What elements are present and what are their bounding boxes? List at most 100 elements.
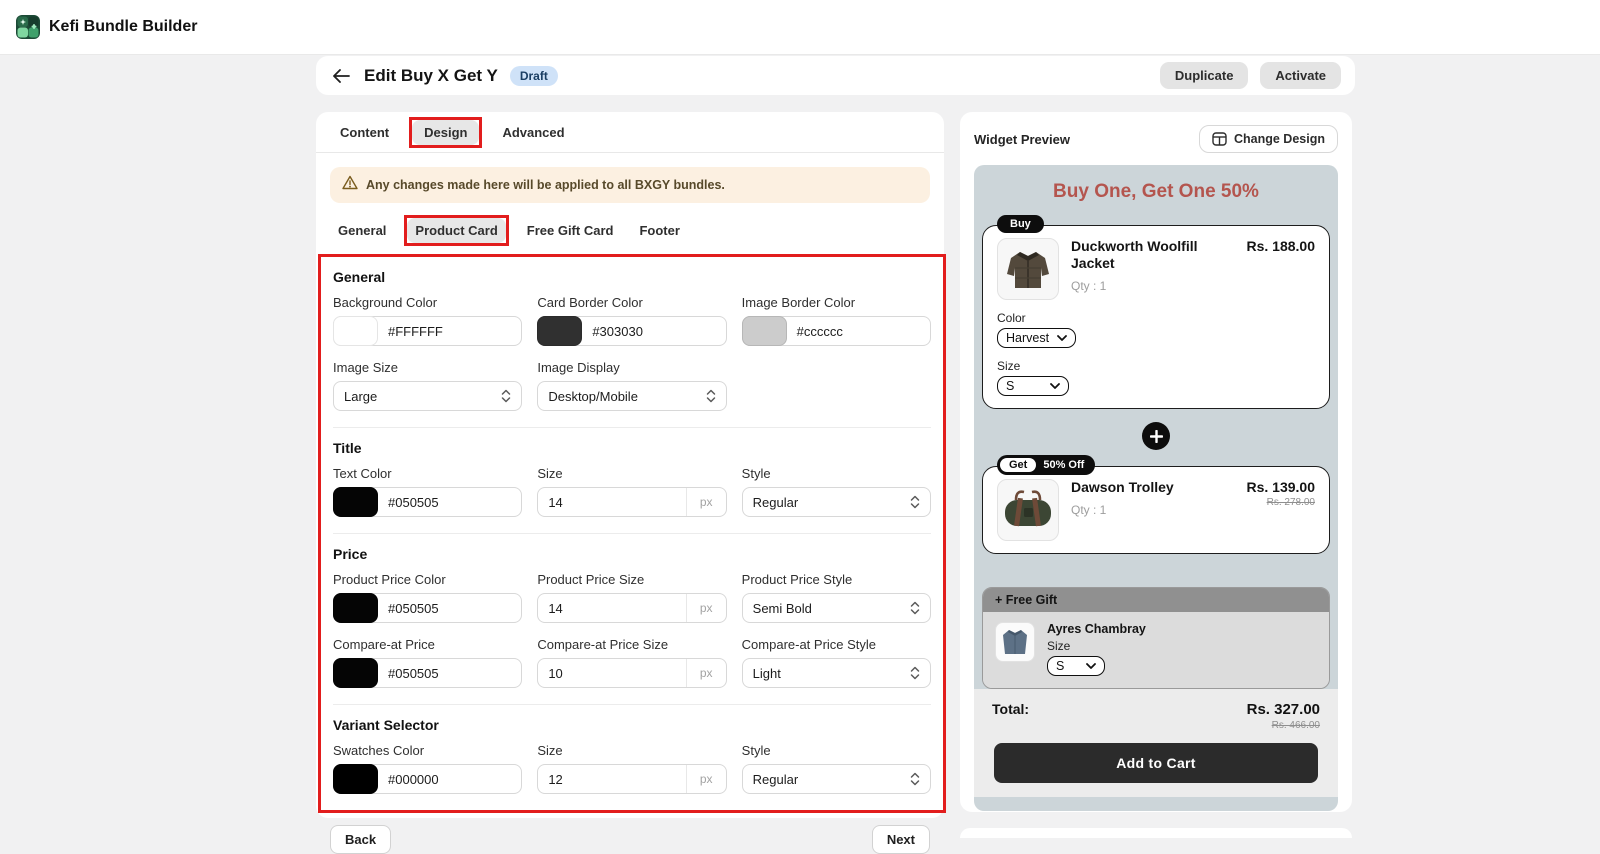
number-value[interactable]: 14: [538, 488, 685, 516]
color-swatch[interactable]: [333, 316, 378, 346]
color-option-select[interactable]: Harvest: [997, 328, 1076, 348]
color-swatch[interactable]: [333, 764, 378, 794]
unit-suffix: px: [686, 659, 726, 687]
free-gift-size-select[interactable]: S: [1047, 656, 1105, 676]
color-hex-value[interactable]: #000000: [378, 772, 439, 787]
product-price: Rs. 188.00: [1247, 238, 1316, 254]
field-label: Text Color: [333, 466, 522, 481]
title-text-color-input[interactable]: #050505: [333, 487, 522, 517]
variant-size-field: Size 12 px: [537, 743, 726, 794]
activate-button[interactable]: Activate: [1260, 62, 1341, 89]
color-hex-value[interactable]: #050505: [378, 601, 439, 616]
variant-style-select[interactable]: Regular: [742, 764, 931, 794]
back-arrow-icon[interactable]: [330, 65, 352, 87]
title-style-select[interactable]: Regular: [742, 487, 931, 517]
product-qty: Qty : 1: [1071, 279, 1235, 293]
compare-at-price-color-input[interactable]: #050505: [333, 658, 522, 688]
swatches-color-field: Swatches Color #000000: [333, 743, 522, 794]
number-value[interactable]: 14: [538, 594, 685, 622]
title-style-field: Style Regular: [742, 466, 931, 517]
field-label: Swatches Color: [333, 743, 522, 758]
color-swatch[interactable]: [333, 487, 378, 517]
subtab-general[interactable]: General: [330, 218, 394, 243]
product-price-color-input[interactable]: #050505: [333, 593, 522, 623]
title-bar: Edit Buy X Get Y Draft Duplicate Activat…: [316, 56, 1355, 95]
background-color-field: Background Color #FFFFFF: [333, 295, 522, 346]
get-product-card: Get 50% Off Dawson Trolley Qty : 1 Rs. 1…: [982, 466, 1330, 554]
color-swatch[interactable]: [742, 316, 787, 346]
field-label: Product Price Style: [742, 572, 931, 587]
image-display-select[interactable]: Desktop/Mobile: [537, 381, 726, 411]
field-label: Background Color: [333, 295, 522, 310]
color-hex-value[interactable]: #FFFFFF: [378, 324, 443, 339]
section-variant-selector: Variant Selector Swatches Color #000000 …: [333, 704, 931, 800]
tab-design[interactable]: Design: [412, 120, 479, 145]
change-design-label: Change Design: [1234, 132, 1325, 146]
background-color-input[interactable]: #FFFFFF: [333, 316, 522, 346]
swatches-color-input[interactable]: #000000: [333, 764, 522, 794]
number-value[interactable]: 12: [538, 765, 685, 793]
compare-at-price-style-select[interactable]: Light: [742, 658, 931, 688]
product-qty: Qty : 1: [1071, 503, 1235, 517]
size-option-select[interactable]: S: [997, 376, 1069, 396]
variant-size-input[interactable]: 12 px: [537, 764, 726, 794]
settings-panel: Content Design Advanced Any changes made…: [316, 112, 944, 818]
field-label: Compare-at Price Style: [742, 637, 931, 652]
chevron-up-down-icon: [501, 388, 511, 404]
select-value: Regular: [753, 495, 799, 510]
color-hex-value[interactable]: #303030: [582, 324, 643, 339]
card-border-color-input[interactable]: #303030: [537, 316, 726, 346]
field-label: Card Border Color: [537, 295, 726, 310]
change-design-button[interactable]: Change Design: [1199, 125, 1338, 153]
field-label: Product Price Size: [537, 572, 726, 587]
product-price-size-input[interactable]: 14 px: [537, 593, 726, 623]
free-gift-name: Ayres Chambray: [1047, 622, 1146, 636]
subtab-footer[interactable]: Footer: [631, 218, 687, 243]
compare-at-price-size-input[interactable]: 10 px: [537, 658, 726, 688]
free-gift-card: + Free Gift Ayres Chambray Size S: [982, 587, 1330, 689]
warning-banner-text: Any changes made here will be applied to…: [366, 178, 725, 192]
color-swatch[interactable]: [333, 593, 378, 623]
back-button[interactable]: Back: [330, 825, 391, 854]
color-swatch[interactable]: [537, 316, 582, 346]
section-heading: Price: [333, 546, 931, 562]
number-value[interactable]: 10: [538, 659, 685, 687]
compare-at-price-style-field: Compare-at Price Style Light: [742, 637, 931, 688]
subtab-product-card[interactable]: Product Card: [407, 218, 505, 243]
color-hex-value[interactable]: #050505: [378, 666, 439, 681]
field-label: Style: [742, 466, 931, 481]
layout-icon: [1212, 132, 1227, 146]
subtab-free-gift-card[interactable]: Free Gift Card: [519, 218, 622, 243]
tab-content[interactable]: Content: [330, 119, 399, 146]
duplicate-button[interactable]: Duplicate: [1160, 62, 1249, 89]
field-label: Size: [537, 466, 726, 481]
color-hex-value[interactable]: #050505: [378, 495, 439, 510]
compare-at-price-size-field: Compare-at Price Size 10 px: [537, 637, 726, 688]
next-button[interactable]: Next: [872, 825, 930, 854]
color-swatch[interactable]: [333, 658, 378, 688]
chevron-up-down-icon: [910, 665, 920, 681]
field-label: Style: [742, 743, 931, 758]
image-size-select[interactable]: Large: [333, 381, 522, 411]
tab-advanced[interactable]: Advanced: [492, 119, 574, 146]
chevron-up-down-icon: [706, 388, 716, 404]
image-border-color-input[interactable]: #cccccc: [742, 316, 931, 346]
product-price-color-field: Product Price Color #050505: [333, 572, 522, 623]
total-strip: Total: Rs. 327.00 Rs. 466.00 Add to Cart: [974, 689, 1338, 797]
next-panel-edge: [960, 828, 1352, 838]
product-price-style-select[interactable]: Semi Bold: [742, 593, 931, 623]
field-label: Image Size: [333, 360, 522, 375]
add-to-cart-button[interactable]: Add to Cart: [994, 743, 1318, 783]
color-hex-value[interactable]: #cccccc: [787, 324, 843, 339]
design-tab-annotation: Design: [409, 117, 482, 148]
section-general: General Background Color #FFFFFF Card Bo…: [333, 265, 931, 417]
chevron-down-icon: [1057, 335, 1067, 341]
unit-suffix: px: [686, 594, 726, 622]
product-price-size-field: Product Price Size 14 px: [537, 572, 726, 623]
field-label: Image Border Color: [742, 295, 931, 310]
title-size-input[interactable]: 14 px: [537, 487, 726, 517]
section-title: Title Text Color #050505 Size 14 px: [333, 427, 931, 523]
get-badge-label: Get: [1000, 458, 1036, 472]
widget-preview-panel: Widget Preview Change Design Buy One, Ge…: [960, 112, 1352, 812]
product-image-duffel: [997, 479, 1059, 541]
